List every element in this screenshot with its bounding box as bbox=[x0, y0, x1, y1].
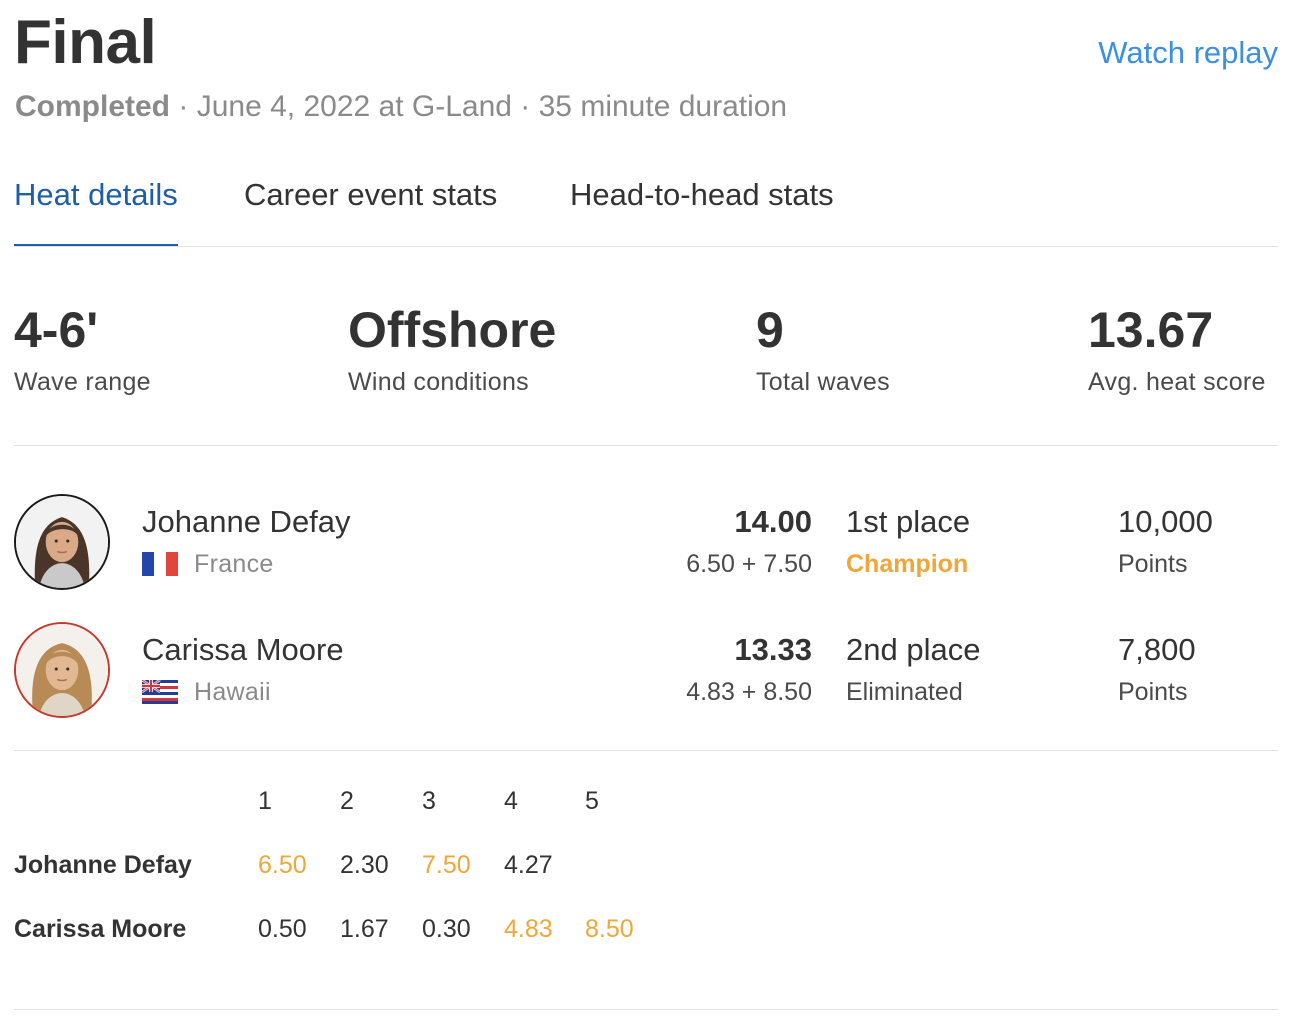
wave-number-header: 1 bbox=[258, 787, 272, 815]
tab-head-to-head-stats[interactable]: Head-to-head stats bbox=[570, 172, 834, 244]
stat-label: Wave range bbox=[14, 368, 151, 396]
wave-score[interactable]: 6.50 bbox=[258, 849, 307, 881]
wave-row-athlete-name: Carissa Moore bbox=[14, 915, 187, 943]
wave-score[interactable]: 4.83 bbox=[504, 913, 553, 945]
watch-replay-link[interactable]: Watch replay bbox=[1098, 34, 1278, 72]
wave-score[interactable]: 1.67 bbox=[340, 913, 389, 945]
points-label: Points bbox=[1118, 550, 1188, 578]
athlete-avatar[interactable] bbox=[14, 622, 110, 718]
wave-scores-table: 1 2 3 4 5 Johanne Defay 6.50 2.30 7.50 4… bbox=[14, 751, 1278, 1010]
page-title: Final bbox=[14, 8, 157, 77]
athlete-place: 2nd place bbox=[846, 632, 981, 667]
separator: · bbox=[178, 90, 189, 123]
athlete-row[interactable]: Carissa Moore Hawaii 13.33 4.83 + 8.50 2… bbox=[14, 622, 1278, 722]
athlete-points: 10,000 bbox=[1118, 504, 1213, 539]
heat-duration: 35 minute duration bbox=[538, 90, 788, 123]
wave-score[interactable]: 0.30 bbox=[422, 913, 471, 945]
athlete-place: 1st place bbox=[846, 504, 971, 539]
stat-total-waves: 9 Total waves bbox=[756, 300, 890, 400]
heat-subtitle: Completed · June 4, 2022 at G-Land · 35 … bbox=[15, 88, 787, 126]
athlete-row[interactable]: Johanne Defay France 14.00 6.50 + 7.50 1… bbox=[14, 494, 1278, 594]
tab-career-event-stats[interactable]: Career event stats bbox=[244, 172, 497, 244]
wave-number-header: 2 bbox=[340, 787, 354, 815]
wave-score[interactable]: 7.50 bbox=[422, 849, 471, 881]
france-flag-icon bbox=[142, 552, 178, 576]
stat-value: 9 bbox=[756, 302, 784, 358]
wave-row-athlete-name: Johanne Defay bbox=[14, 851, 192, 879]
points-label: Points bbox=[1118, 678, 1188, 706]
wave-score[interactable]: 8.50 bbox=[585, 913, 634, 945]
heat-date-location: June 4, 2022 at G-Land bbox=[196, 90, 512, 123]
athlete-photo bbox=[16, 496, 108, 588]
stat-value: 13.67 bbox=[1088, 302, 1214, 358]
athlete-points: 7,800 bbox=[1118, 632, 1196, 667]
athlete-country: Hawaii bbox=[142, 676, 271, 708]
stat-value: Offshore bbox=[348, 302, 557, 358]
wave-number-header: 4 bbox=[504, 787, 518, 815]
stat-wave-range: 4-6' Wave range bbox=[14, 300, 151, 400]
athlete-outcome: Champion bbox=[846, 550, 969, 578]
athlete-results: Johanne Defay France 14.00 6.50 + 7.50 1… bbox=[14, 446, 1278, 751]
stat-label: Total waves bbox=[756, 368, 890, 396]
athlete-country: France bbox=[142, 548, 274, 580]
stat-wind-conditions: Offshore Wind conditions bbox=[348, 300, 556, 400]
athlete-outcome: Eliminated bbox=[846, 678, 963, 706]
separator: · bbox=[520, 90, 531, 123]
stat-label: Avg. heat score bbox=[1088, 368, 1266, 396]
wave-score[interactable]: 0.50 bbox=[258, 913, 307, 945]
wave-score[interactable]: 2.30 bbox=[340, 849, 389, 881]
heat-total-score: 13.33 bbox=[734, 632, 812, 667]
stat-avg-heat-score: 13.67 Avg. heat score bbox=[1088, 300, 1266, 400]
wave-number-header: 5 bbox=[585, 787, 599, 815]
heat-stats: 4-6' Wave range Offshore Wind conditions… bbox=[14, 300, 1278, 446]
wave-number-header: 3 bbox=[422, 787, 436, 815]
score-breakdown: 6.50 + 7.50 bbox=[686, 550, 812, 578]
tab-bar: Heat details Career event stats Head-to-… bbox=[14, 172, 1278, 247]
athlete-name[interactable]: Carissa Moore bbox=[142, 630, 344, 670]
heat-status: Completed bbox=[15, 90, 171, 123]
tab-heat-details[interactable]: Heat details bbox=[14, 172, 178, 246]
stat-label: Wind conditions bbox=[348, 368, 529, 396]
country-name: Hawaii bbox=[194, 677, 271, 706]
heat-total-score: 14.00 bbox=[734, 504, 812, 539]
athlete-photo bbox=[16, 624, 108, 716]
score-breakdown: 4.83 + 8.50 bbox=[686, 678, 812, 706]
wave-score[interactable]: 4.27 bbox=[504, 849, 553, 881]
hawaii-flag-icon bbox=[142, 680, 178, 704]
country-name: France bbox=[194, 549, 274, 578]
stat-value: 4-6' bbox=[14, 302, 99, 358]
athlete-name[interactable]: Johanne Defay bbox=[142, 502, 351, 542]
athlete-avatar[interactable] bbox=[14, 494, 110, 590]
